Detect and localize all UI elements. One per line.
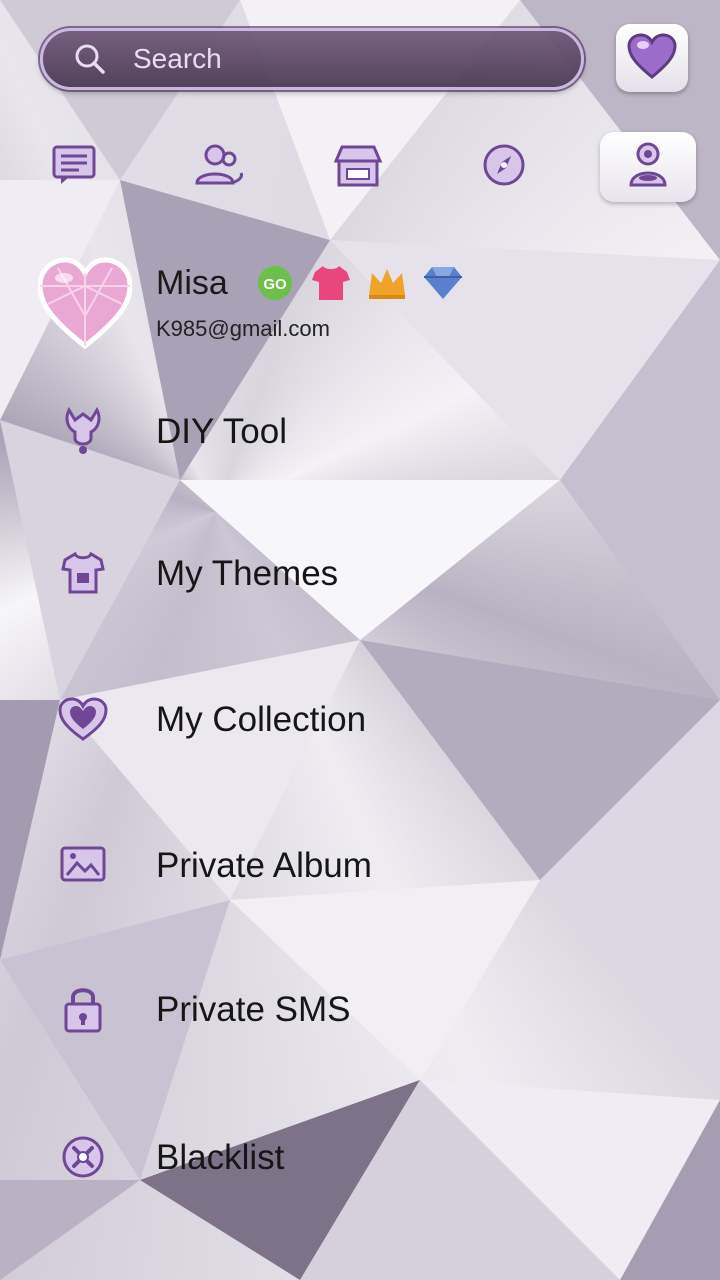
menu-item-blacklist[interactable]: Blacklist — [0, 1104, 720, 1214]
menu-label: My Themes — [156, 554, 339, 593]
tshirt-badge-icon — [310, 262, 352, 304]
svg-text:GO: GO — [263, 276, 287, 293]
menu-item-diy-tool[interactable]: DIY Tool — [0, 378, 720, 488]
tab-chat[interactable] — [26, 132, 122, 202]
tab-store[interactable] — [310, 132, 406, 202]
chat-icon — [51, 144, 97, 190]
collection-heart-icon — [58, 694, 108, 744]
menu-label: Blacklist — [156, 1138, 285, 1177]
crown-badge-icon — [366, 262, 408, 304]
menu-item-my-themes[interactable]: My Themes — [0, 520, 720, 630]
avatar[interactable] — [37, 256, 133, 350]
menu-item-my-collection[interactable]: My Collection — [0, 666, 720, 776]
store-icon — [333, 143, 383, 191]
diamond-badge-icon — [422, 262, 464, 304]
search-icon — [73, 42, 107, 76]
menu-label: Private Album — [156, 846, 372, 885]
heart-icon — [627, 33, 677, 83]
lock-icon — [58, 984, 108, 1034]
tab-explore[interactable] — [456, 132, 552, 202]
contacts-icon — [191, 143, 245, 191]
compass-icon — [481, 142, 527, 192]
album-icon — [58, 840, 108, 890]
menu-label: DIY Tool — [156, 412, 288, 451]
top-bar: Search — [0, 0, 720, 220]
diy-tool-icon — [58, 406, 108, 456]
profile-icon — [626, 141, 670, 193]
menu-item-private-album[interactable]: Private Album — [0, 812, 720, 922]
blacklist-icon — [58, 1132, 108, 1182]
user-profile[interactable]: Misa GO K985@gmail.com — [37, 256, 678, 356]
go-badge-icon: GO — [254, 262, 296, 304]
themes-icon — [58, 548, 108, 598]
profile-email: K985@gmail.com — [156, 316, 330, 341]
search-bar[interactable]: Search — [40, 28, 584, 90]
profile-name: Misa — [156, 264, 228, 302]
tab-profile[interactable] — [600, 132, 696, 202]
menu-label: My Collection — [156, 700, 367, 739]
menu-label: Private SMS — [156, 990, 351, 1029]
tab-contacts[interactable] — [170, 132, 266, 202]
search-placeholder[interactable]: Search — [133, 43, 222, 75]
favorite-heart-button[interactable] — [616, 24, 688, 92]
menu-item-private-sms[interactable]: Private SMS — [0, 956, 720, 1066]
